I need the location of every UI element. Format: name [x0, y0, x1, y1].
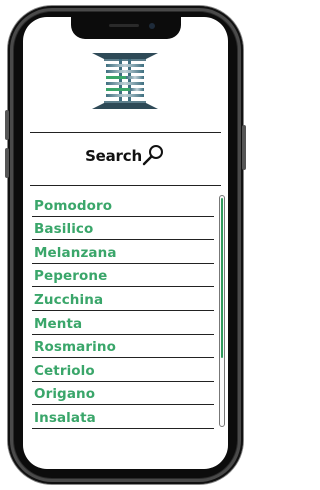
list-scrollbar[interactable]: [219, 195, 225, 427]
magnifier-icon[interactable]: [142, 143, 166, 167]
list-item-label: Pomodoro: [34, 197, 113, 214]
list-item[interactable]: Origano: [32, 382, 214, 406]
list-item-label: Peperone: [34, 268, 108, 285]
vegetable-list: Pomodoro Basilico Melanzana Peperone Zuc…: [32, 193, 214, 429]
search-divider: [30, 185, 221, 186]
list-item-label: Melanzana: [34, 244, 117, 261]
list-item-label: Origano: [34, 386, 96, 403]
list-item[interactable]: Rosmarino: [32, 335, 214, 359]
list-item-label: Rosmarino: [34, 339, 116, 356]
list-item-label: Zucchina: [34, 291, 104, 308]
server-rack-logo-icon: [92, 53, 158, 109]
list-item[interactable]: Zucchina: [32, 287, 214, 311]
app-screen: Search Pomodoro Basilico Melanzana Peper…: [23, 17, 228, 469]
list-item[interactable]: Basilico: [32, 217, 214, 241]
list-item[interactable]: Pomodoro: [32, 193, 214, 217]
list-item[interactable]: Peperone: [32, 264, 214, 288]
list-item[interactable]: Cetriolo: [32, 358, 214, 382]
power-button: [242, 125, 246, 170]
list-item[interactable]: Insalata: [32, 405, 214, 429]
list-item-label: Insalata: [34, 409, 96, 426]
volume-up-button: [5, 110, 9, 140]
front-camera: [148, 23, 155, 29]
list-item-label: Menta: [34, 315, 83, 332]
speaker-grille: [108, 24, 139, 27]
list-item[interactable]: Menta: [32, 311, 214, 335]
list-item-label: Basilico: [34, 221, 94, 238]
header-divider: [30, 132, 221, 133]
phone-notch: [70, 17, 181, 39]
search-label: Search: [85, 147, 142, 165]
search-bar[interactable]: Search: [23, 135, 228, 177]
scrollbar-thumb[interactable]: [221, 198, 223, 358]
list-item-label: Cetriolo: [34, 362, 95, 379]
volume-down-button: [5, 148, 9, 178]
list-item[interactable]: Melanzana: [32, 240, 214, 264]
